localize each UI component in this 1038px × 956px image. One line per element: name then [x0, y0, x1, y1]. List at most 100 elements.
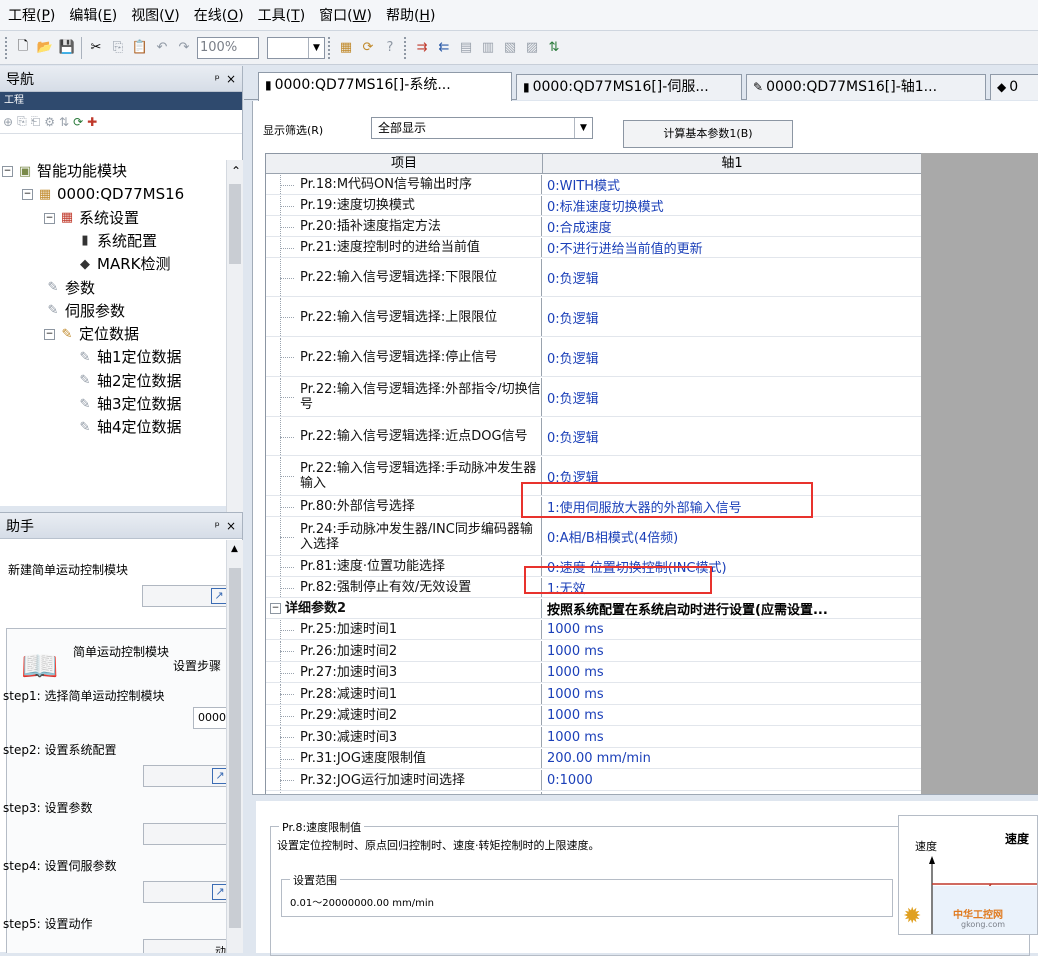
parameter-value-cell[interactable]: 0:负逻辑: [543, 338, 921, 376]
parameter-row[interactable]: Pr.26:加速时间2 1000 ms: [266, 641, 921, 662]
simulate-icon[interactable]: ▥: [478, 38, 498, 58]
chevron-down-icon[interactable]: ▼: [574, 118, 592, 138]
step1-module-field[interactable]: 0000: [193, 707, 226, 729]
parameter-value-cell[interactable]: 0:速度·位置切换控制(INC模式): [543, 557, 921, 576]
parameter-value-cell[interactable]: 0:负逻辑: [543, 259, 921, 296]
chevron-down-icon[interactable]: ▼: [308, 37, 324, 58]
step2-button[interactable]: ↗: [143, 765, 226, 787]
cut-icon[interactable]: ✂: [86, 38, 106, 58]
parameter-row[interactable]: Pr.18:M代码ON信号输出时序 0:WITH模式: [266, 175, 921, 195]
tree-item[interactable]: − ▦ 系统设置: [44, 207, 139, 230]
toolbar-grip[interactable]: [328, 36, 332, 59]
tree-item[interactable]: ◆ MARK检测: [76, 253, 170, 276]
new-module-button[interactable]: ↗: [142, 585, 226, 607]
debug-icon[interactable]: ▧: [500, 38, 520, 58]
read-plc-icon[interactable]: ⇇: [434, 38, 454, 58]
refresh-icon[interactable]: ⟳: [73, 115, 83, 129]
parameter-row[interactable]: Pr.32:JOG运行加速时间选择 0:1000: [266, 770, 921, 791]
collapse-icon[interactable]: −: [44, 329, 55, 341]
collapse-icon[interactable]: −: [270, 603, 281, 614]
pin-icon[interactable]: ᵖ: [215, 72, 220, 86]
parameter-value-cell[interactable]: 0:合成速度: [543, 217, 921, 236]
parameter-value-cell[interactable]: 0:标准速度切换模式: [543, 196, 921, 215]
parameter-row[interactable]: Pr.28:减速时间1 1000 ms: [266, 684, 921, 705]
column-header-axis1[interactable]: 轴1: [543, 154, 921, 174]
close-icon[interactable]: ×: [226, 519, 236, 533]
document-tab[interactable]: ◆ 0: [990, 74, 1038, 100]
parameter-row[interactable]: Pr.22:输入信号逻辑选择:手动脉冲发生器输入 0:负逻辑: [266, 457, 921, 496]
new-file-icon[interactable]: 🗋: [13, 38, 33, 58]
tree-item[interactable]: − ▦ 0000:QD77MS16: [22, 183, 184, 206]
section-row[interactable]: − 详细参数2 按照系统配置在系统启动时进行设置(应需设置...: [266, 599, 921, 619]
open-folder-icon[interactable]: 📂: [35, 38, 55, 58]
parameter-value-cell[interactable]: 0:WITH模式: [543, 175, 921, 194]
parameter-row[interactable]: Pr.25:加速时间1 1000 ms: [266, 620, 921, 640]
monitor-icon[interactable]: ⟳: [358, 38, 378, 58]
parameter-row[interactable]: Pr.29:减速时间2 1000 ms: [266, 706, 921, 726]
paste-item-icon[interactable]: ⎗: [31, 114, 41, 129]
parameter-row[interactable]: Pr.20:插补速度指定方法 0:合成速度: [266, 217, 921, 237]
write-plc-icon[interactable]: ⇉: [412, 38, 432, 58]
online-icon[interactable]: ▨: [522, 38, 542, 58]
paste-icon[interactable]: 📋: [130, 38, 150, 58]
assistant-vertical-scrollbar[interactable]: ▲: [226, 540, 243, 953]
split-icon[interactable]: ✚: [87, 115, 97, 129]
menu-item[interactable]: 工具(T): [256, 3, 308, 27]
navigation-vertical-scrollbar[interactable]: ⌃: [226, 160, 243, 512]
zoom-combo[interactable]: 100%: [197, 36, 259, 59]
parameter-value-cell[interactable]: 1:无效: [543, 578, 921, 597]
parameter-row[interactable]: Pr.22:输入信号逻辑选择:上限限位 0:负逻辑: [266, 298, 921, 337]
sort-icon[interactable]: ⇅: [59, 115, 69, 129]
parameter-value-cell[interactable]: 1000 ms: [543, 727, 921, 747]
parameter-value-cell[interactable]: 0:1000: [543, 770, 921, 790]
parameter-row[interactable]: Pr.30:减速时间3 1000 ms: [266, 727, 921, 748]
parameter-row[interactable]: Pr.22:输入信号逻辑选择:停止信号 0:负逻辑: [266, 338, 921, 377]
menu-item[interactable]: 编辑(E): [67, 3, 119, 27]
menu-item[interactable]: 工程(P): [6, 3, 57, 27]
parameter-row[interactable]: Pr.21:速度控制时的进给当前值 0:不进行进给当前值的更新: [266, 238, 921, 258]
parameter-value-cell[interactable]: 0:负逻辑: [543, 457, 921, 495]
document-tab[interactable]: ✎ 0000:QD77MS16[]-轴1...: [746, 74, 986, 100]
menu-item[interactable]: 窗口(W): [317, 3, 374, 27]
display-filter-select[interactable]: 全部显示 ▼: [371, 117, 593, 139]
toolbar-grip[interactable]: [5, 36, 9, 59]
scroll-up-icon[interactable]: ▲: [231, 544, 238, 554]
save-icon[interactable]: 💾: [57, 38, 77, 58]
parameter-value-cell[interactable]: 0:负逻辑: [543, 378, 921, 416]
help-icon[interactable]: ?: [380, 38, 400, 58]
property-icon[interactable]: ⚙: [44, 115, 55, 129]
pin-icon[interactable]: ᵖ: [215, 519, 220, 533]
parameter-row[interactable]: Pr.22:输入信号逻辑选择:外部指令/切换信号 0:负逻辑: [266, 378, 921, 417]
parameter-value-cell[interactable]: 1:使用伺服放大器的外部输入信号: [543, 497, 921, 516]
step5-button[interactable]: 动: [143, 939, 226, 953]
parameter-row[interactable]: Pr.24:手动脉冲发生器/INC同步编码器输入选择 0:A相/B相模式(4倍频): [266, 518, 921, 556]
scrollbar-thumb[interactable]: [229, 184, 241, 264]
tree-item[interactable]: ✎ 参数: [44, 277, 95, 300]
new-item-icon[interactable]: ⊕: [3, 115, 13, 129]
menu-item[interactable]: 视图(V): [129, 3, 182, 27]
copy-item-icon[interactable]: ⎘: [17, 114, 27, 129]
undo-icon[interactable]: ↶: [152, 38, 172, 58]
document-tab[interactable]: ▮ 0000:QD77MS16[]-系统...: [258, 72, 512, 101]
parameter-value-cell[interactable]: 1000 ms: [543, 706, 921, 725]
parameter-row[interactable]: Pr.27:加速时间3 1000 ms: [266, 663, 921, 683]
tree-item[interactable]: ✎ 轴4定位数据: [76, 416, 182, 439]
scroll-up-icon[interactable]: ⌃: [231, 164, 241, 178]
parameter-value-cell[interactable]: 按照系统配置在系统启动时进行设置(应需设置...: [543, 599, 921, 618]
step3-button[interactable]: [143, 823, 226, 845]
parameter-row[interactable]: Pr.19:速度切换模式 0:标准速度切换模式: [266, 196, 921, 216]
menu-item[interactable]: 帮助(H): [384, 3, 437, 27]
calc-basic-params-button[interactable]: 计算基本参数1(B): [623, 120, 793, 148]
tree-item[interactable]: ✎ 轴3定位数据: [76, 393, 182, 416]
parameter-row[interactable]: Pr.80:外部信号选择 1:使用伺服放大器的外部输入信号: [266, 497, 921, 517]
document-tab[interactable]: ▮ 0000:QD77MS16[]-伺服...: [516, 74, 742, 100]
dropdown-combo[interactable]: ▼: [267, 36, 325, 59]
parameter-value-cell[interactable]: 0:负逻辑: [543, 418, 921, 455]
parameter-value-cell[interactable]: 0:A相/B相模式(4倍频): [543, 518, 921, 555]
verify-icon[interactable]: ▤: [456, 38, 476, 58]
parameter-value-cell[interactable]: 0:不进行进给当前值的更新: [543, 238, 921, 257]
parameter-row[interactable]: Pr.82:强制停止有效/无效设置 1:无效: [266, 578, 921, 598]
copy-icon[interactable]: ⎘: [108, 38, 128, 58]
scrollbar-thumb[interactable]: [229, 568, 241, 928]
parameter-row[interactable]: Pr.81:速度·位置功能选择 0:速度·位置切换控制(INC模式): [266, 557, 921, 577]
